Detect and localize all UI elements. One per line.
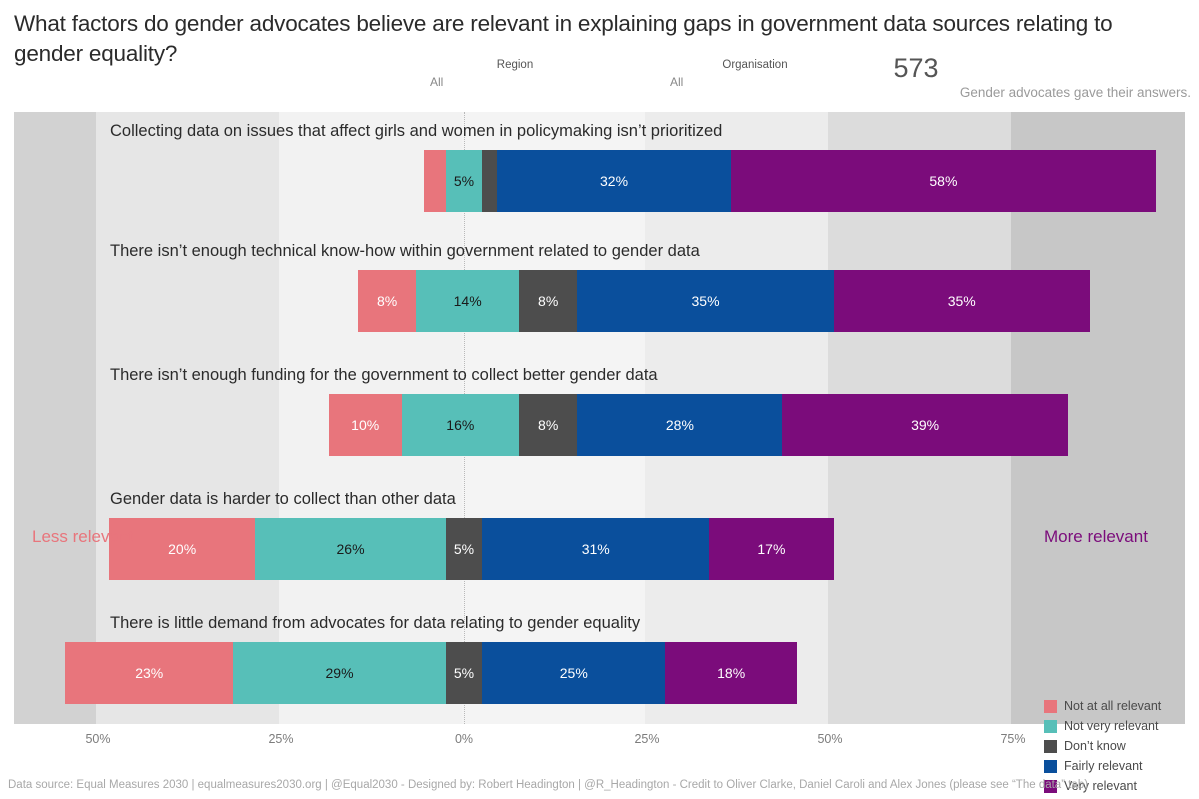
row-category-label: There isn’t enough technical know-how wi…: [110, 242, 700, 260]
bar-segment[interactable]: 26%: [255, 518, 446, 580]
bar-segment[interactable]: 35%: [833, 270, 1090, 332]
bar-segment[interactable]: 58%: [731, 150, 1156, 212]
bar-segment-value: 5%: [453, 541, 475, 557]
bar-segment-value: 8%: [538, 417, 559, 433]
bar-segment[interactable]: 29%: [233, 642, 446, 704]
footer-credits: Data source: Equal Measures 2030 | equal…: [8, 779, 1089, 791]
bar-segment[interactable]: 10%: [328, 394, 402, 456]
filter-region[interactable]: Region All: [430, 58, 600, 90]
filter-region-label: Region: [496, 59, 534, 71]
chart-row: Collecting data on issues that affect gi…: [14, 120, 1185, 220]
bar-segment[interactable]: 18%: [665, 642, 798, 704]
axis-tick-label: 50%: [85, 732, 111, 746]
x-axis: 50% 25% 0% 25% 50% 75%: [0, 724, 1199, 760]
bar-segment[interactable]: 28%: [577, 394, 783, 456]
bar-segment[interactable]: 8%: [357, 270, 417, 332]
bar-segment[interactable]: [482, 150, 497, 212]
axis-tick-label: 0%: [454, 732, 474, 746]
legend-item[interactable]: Not at all relevant: [1044, 696, 1194, 716]
dashboard-header: What factors do gender advocates believe…: [0, 0, 1199, 112]
stacked-bar[interactable]: 23% 29% 5% 25% 18%: [65, 642, 798, 704]
respondent-count-value: 573: [893, 53, 939, 83]
bar-segment-value: 31%: [581, 541, 610, 557]
bar-segment-value: 17%: [757, 541, 786, 557]
bar-segment[interactable]: 23%: [65, 642, 234, 704]
bar-segment-value: 23%: [135, 665, 164, 681]
chart-row: Gender data is harder to collect than ot…: [14, 488, 1185, 588]
bar-segment[interactable]: 5%: [445, 642, 483, 704]
annotation-more-relevant: More relevant: [1044, 527, 1148, 546]
axis-tick-label: 75%: [1000, 732, 1026, 746]
bar-segment-value: 16%: [446, 417, 475, 433]
bar-segment-value: 35%: [691, 293, 720, 309]
bar-segment[interactable]: 32%: [496, 150, 732, 212]
axis-tick-label: 50%: [817, 732, 843, 746]
axis-tick-label: 25%: [268, 732, 294, 746]
row-category-label: There isn’t enough funding for the gover…: [110, 366, 658, 384]
bar-segment-value: 8%: [377, 293, 398, 309]
row-category-label: Gender data is harder to collect than ot…: [110, 490, 456, 508]
bar-segment[interactable]: 31%: [482, 518, 710, 580]
legend-item-label: Fairly relevant: [1064, 759, 1143, 773]
bar-segment[interactable]: 16%: [401, 394, 519, 456]
bar-segment-value: 25%: [559, 665, 588, 681]
bar-segment[interactable]: 14%: [416, 270, 519, 332]
respondent-count-kpi: 573 Gender advocates gave their answers.: [771, 53, 1191, 102]
axis-tick-label: 25%: [634, 732, 660, 746]
legend-swatch-icon: [1044, 699, 1057, 713]
row-category-label: There is little demand from advocates fo…: [110, 614, 641, 632]
bar-segment-value: 32%: [600, 173, 629, 189]
respondent-count-caption: Gender advocates gave their answers.: [959, 85, 1191, 100]
bar-segment-value: 18%: [717, 665, 746, 681]
bar-segment-value: 39%: [911, 417, 940, 433]
bar-segment-value: 8%: [538, 293, 559, 309]
bar-segment[interactable]: [423, 150, 446, 212]
bar-segment-value: 35%: [947, 293, 976, 309]
stacked-bar[interactable]: 8% 14% 8% 35% 35%: [357, 270, 1090, 332]
row-category-label: Collecting data on issues that affect gi…: [110, 122, 723, 140]
bar-segment-value: 5%: [453, 665, 475, 681]
chart-row: There isn’t enough funding for the gover…: [14, 364, 1185, 464]
bar-segment[interactable]: 5%: [445, 518, 483, 580]
filter-region-value[interactable]: All: [430, 74, 600, 90]
bar-segment-value: 5%: [453, 173, 475, 189]
chart-row: There is little demand from advocates fo…: [14, 612, 1185, 712]
stacked-bar[interactable]: 10% 16% 8% 28% 39%: [328, 394, 1068, 456]
bar-segment[interactable]: 35%: [577, 270, 834, 332]
legend-item-label: Not at all relevant: [1064, 699, 1162, 713]
bar-segment[interactable]: 17%: [709, 518, 834, 580]
bar-segment[interactable]: 25%: [482, 642, 666, 704]
bar-segment-value: 10%: [351, 417, 380, 433]
bar-segment-value: 20%: [168, 541, 197, 557]
legend-swatch-icon: [1044, 759, 1057, 773]
stacked-bar[interactable]: 5% 32% 58%: [423, 150, 1156, 212]
stacked-bar[interactable]: 20% 26% 5% 31% 17%: [108, 518, 834, 580]
bar-segment-value: 29%: [325, 665, 354, 681]
bar-segment[interactable]: 39%: [782, 394, 1068, 456]
diverging-stacked-bar-chart: Collecting data on issues that affect gi…: [14, 112, 1185, 793]
bar-segment-value: 28%: [665, 417, 694, 433]
bar-segment-value: 26%: [336, 541, 365, 557]
bar-segment-value: 14%: [453, 293, 482, 309]
chart-row: There isn’t enough technical know-how wi…: [14, 240, 1185, 340]
bar-segment[interactable]: 8%: [518, 270, 578, 332]
bar-segment-value: 58%: [929, 173, 958, 189]
bar-segment[interactable]: 8%: [518, 394, 578, 456]
bar-segment[interactable]: 5%: [445, 150, 483, 212]
annotation-less-relevant: Less relevant: [32, 527, 134, 546]
